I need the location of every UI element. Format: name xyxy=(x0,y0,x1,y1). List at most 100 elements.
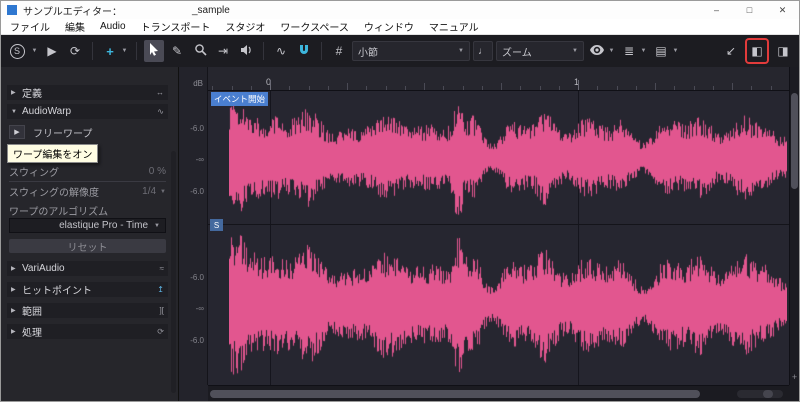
horizontal-scrollbar[interactable] xyxy=(208,385,789,401)
vertical-zoom-plus-button[interactable]: + xyxy=(790,372,799,382)
sample-editor-window: サンプルエディター： _sample – □ ✕ ファイル 編集 Audio ト… xyxy=(0,0,800,402)
chevron-down-icon[interactable]: ▼ xyxy=(607,48,616,54)
magnifier-icon xyxy=(194,43,207,59)
scrub-tool[interactable] xyxy=(236,40,256,62)
reset-button[interactable]: リセット xyxy=(9,239,166,253)
scrollbar-corner xyxy=(789,385,799,401)
window-layout-icon: ◧ xyxy=(751,44,762,58)
inspector-panel: ▶ 定義 ↔ ▼ AudioWarp ∿ ▶ フリーワープ ワープ編集をオン xyxy=(1,67,179,401)
window-title: サンプルエディター： xyxy=(23,3,122,18)
menu-window[interactable]: ウィンドウ xyxy=(364,19,414,34)
menu-workspace[interactable]: ワークスペース xyxy=(280,19,349,34)
menu-audio[interactable]: Audio xyxy=(100,21,126,32)
pencil-icon: ✎ xyxy=(172,44,182,58)
quantize-note-button[interactable]: ♩ xyxy=(473,41,493,61)
waveform-canvas-upper[interactable] xyxy=(229,91,787,224)
audition-loop-button[interactable]: ⟳ xyxy=(65,40,85,62)
vertical-scrollbar[interactable]: + xyxy=(789,67,799,385)
section-range[interactable]: ▶ 範囲 ][ xyxy=(7,303,168,318)
minimize-button[interactable]: – xyxy=(700,1,733,19)
section-audiowarp[interactable]: ▼ AudioWarp ∿ xyxy=(7,104,168,119)
grid-icon: # xyxy=(336,44,343,58)
magnet-icon xyxy=(298,44,310,59)
close-button[interactable]: ✕ xyxy=(766,1,799,19)
menubar: ファイル 編集 Audio トランスポート スタジオ ワークスペース ウィンドウ… xyxy=(1,19,799,35)
maximize-button[interactable]: □ xyxy=(733,1,766,19)
range-tool[interactable]: ⇥ xyxy=(213,40,233,62)
swing-resolution-select[interactable]: 1/4 ▼ xyxy=(142,186,166,197)
grid-select[interactable]: 小節 ▼ xyxy=(352,41,470,61)
lane-display-button[interactable]: ≣ xyxy=(619,40,639,62)
loop-icon: ⟳ xyxy=(70,44,80,58)
object-selection-tool[interactable] xyxy=(144,40,164,62)
toolbar-separator xyxy=(136,42,137,60)
algorithm-select[interactable]: elastique Pro - Time ▼ xyxy=(9,218,166,233)
chevron-right-icon: ▶ xyxy=(11,328,22,335)
horizontal-scroll-thumb[interactable] xyxy=(210,390,700,398)
snap-zero-crossing-button[interactable]: ∿ xyxy=(271,40,291,62)
zoom-fit-button[interactable]: ↙ xyxy=(721,40,741,62)
timeline-ruler[interactable]: 0 1 xyxy=(208,67,789,91)
tooltip: ワープ編集をオン xyxy=(7,144,98,163)
audiowarp-icon: ∿ xyxy=(157,107,164,116)
waveform-lane-left: イベント開始 xyxy=(208,91,789,225)
horizontal-zoom-thumb[interactable] xyxy=(763,390,773,398)
inspector-scrollbar[interactable] xyxy=(171,151,176,393)
app-icon xyxy=(7,5,17,15)
regions-button[interactable]: ◨ xyxy=(773,40,793,62)
section-process[interactable]: ▶ 処理 ⟳ xyxy=(7,324,168,339)
toolbar-separator xyxy=(92,42,93,60)
menu-edit[interactable]: 編集 xyxy=(65,19,85,34)
chevron-down-icon[interactable]: ▼ xyxy=(671,48,680,54)
stack-icon: ▤ xyxy=(655,44,666,58)
waveform-canvas-lower[interactable] xyxy=(229,225,787,384)
swing-value[interactable]: 0 % xyxy=(149,166,166,177)
section-variaudio[interactable]: ▶ VariAudio ≈ xyxy=(7,261,168,276)
view-options-button[interactable] xyxy=(587,40,607,62)
divider xyxy=(9,181,166,182)
regions-icon: ◨ xyxy=(777,44,788,58)
chevron-down-icon[interactable]: ▼ xyxy=(30,48,39,54)
range-icon: ][ xyxy=(160,306,164,315)
event-start-label: イベント開始 xyxy=(211,92,268,106)
hitpoints-icon: ↥ xyxy=(157,285,164,294)
scale-value: -∞ xyxy=(196,304,204,313)
solo-icon: S xyxy=(10,44,25,59)
menu-transport[interactable]: トランスポート xyxy=(141,19,211,34)
section-hitpoints[interactable]: ▶ ヒットポイント ↥ xyxy=(7,282,168,297)
chevron-down-icon: ▼ xyxy=(160,189,166,195)
definition-icon: ↔ xyxy=(156,88,164,97)
audition-play-button[interactable]: ▶ xyxy=(42,40,62,62)
crosshair-icon: + xyxy=(106,44,114,59)
chevron-right-icon: ▶ xyxy=(11,89,22,96)
zoom-tool[interactable] xyxy=(190,40,210,62)
editor-display-button[interactable]: ▤ xyxy=(651,40,671,62)
chevron-down-icon[interactable]: ▼ xyxy=(639,48,648,54)
autoscroll-button[interactable]: + xyxy=(100,40,120,62)
chevron-down-icon: ▼ xyxy=(154,223,160,229)
freewarp-icon: ▶ xyxy=(14,128,19,136)
scale-value: -6.0 xyxy=(190,336,204,345)
section-definition[interactable]: ▶ 定義 ↔ xyxy=(7,85,168,100)
snap-button[interactable] xyxy=(294,40,314,62)
grid-type-button[interactable]: # xyxy=(329,40,349,62)
freewarp-label: フリーワープ xyxy=(33,125,92,140)
algorithm-label: ワープのアルゴリズム xyxy=(9,203,166,216)
menu-file[interactable]: ファイル xyxy=(10,19,50,34)
section-label: 定義 xyxy=(22,85,42,100)
freewarp-tool-button[interactable]: ▶ xyxy=(9,125,25,139)
swing-resolution-value: 1/4 xyxy=(142,186,156,197)
menu-manual[interactable]: マニュアル xyxy=(429,19,479,34)
swing-resolution-label: スウィングの解像度 xyxy=(9,184,99,199)
solo-editor-button[interactable]: S xyxy=(7,40,27,62)
draw-tool[interactable]: ✎ xyxy=(167,40,187,62)
zoom-preset-select[interactable]: ズーム ▼ xyxy=(496,41,584,61)
horizontal-zoom-slider[interactable] xyxy=(737,390,783,398)
window-layout-button[interactable]: ◧ xyxy=(747,40,767,62)
section-label: 処理 xyxy=(22,324,42,339)
eye-icon xyxy=(590,44,604,58)
vertical-scroll-thumb[interactable] xyxy=(791,93,798,189)
chevron-down-icon[interactable]: ▼ xyxy=(120,48,129,54)
scale-value: -6.0 xyxy=(190,187,204,196)
menu-studio[interactable]: スタジオ xyxy=(225,19,265,34)
